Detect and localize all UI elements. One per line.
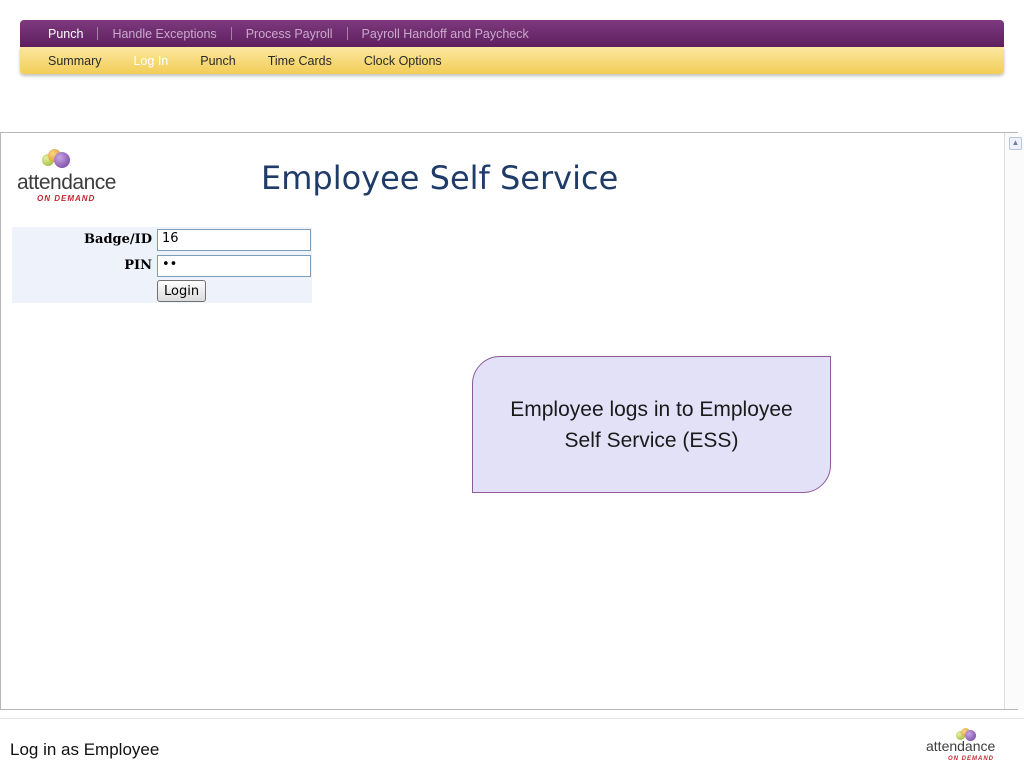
primary-nav-bar: Punch Handle Exceptions Process Payroll … — [20, 20, 1004, 47]
vertical-scrollbar[interactable]: ▲ — [1004, 133, 1024, 709]
pin-label: PIN — [124, 258, 152, 273]
badge-id-input[interactable]: 16 — [157, 229, 311, 251]
scroll-up-arrow-icon[interactable]: ▲ — [1009, 137, 1022, 150]
nav-tab-punch[interactable]: Punch — [48, 27, 97, 41]
login-form: Badge/ID 16 PIN •• Login — [12, 227, 312, 303]
pin-input[interactable]: •• — [157, 255, 311, 277]
instruction-callout: Employee logs in to Employee Self Servic… — [472, 356, 831, 493]
logo-tagline: ON DEMAND — [37, 194, 96, 203]
page-title: Employee Self Service — [261, 159, 619, 197]
secondary-nav-bar: Summary Log In Punch Time Cards Clock Op… — [20, 47, 1004, 74]
footer-divider — [0, 718, 1024, 719]
nav-tab-handle-exceptions[interactable]: Handle Exceptions — [98, 27, 230, 41]
top-navigation: Punch Handle Exceptions Process Payroll … — [20, 20, 1004, 74]
subnav-log-in[interactable]: Log In — [133, 54, 168, 68]
subnav-clock-options[interactable]: Clock Options — [364, 54, 442, 68]
footer-logo-tagline: ON DEMAND — [948, 756, 994, 762]
subnav-punch[interactable]: Punch — [200, 54, 235, 68]
attendance-logo: attendance ON DEMAND — [17, 149, 127, 209]
logo-balls-icon — [42, 149, 72, 169]
logo-wordmark: attendance — [17, 171, 116, 194]
footer-logo-wordmark: attendance — [926, 738, 996, 754]
callout-text: Employee logs in to Employee Self Servic… — [510, 397, 793, 452]
nav-tab-process-payroll[interactable]: Process Payroll — [232, 27, 347, 41]
badge-id-label: Badge/ID — [84, 232, 152, 247]
nav-tab-payroll-handoff[interactable]: Payroll Handoff and Paycheck — [348, 27, 543, 41]
subnav-time-cards[interactable]: Time Cards — [268, 54, 332, 68]
footer-logo: attendance ON DEMAND — [926, 728, 1010, 764]
slide-caption: Log in as Employee — [10, 740, 160, 759]
login-button[interactable]: Login — [157, 280, 207, 302]
subnav-summary[interactable]: Summary — [48, 54, 101, 68]
